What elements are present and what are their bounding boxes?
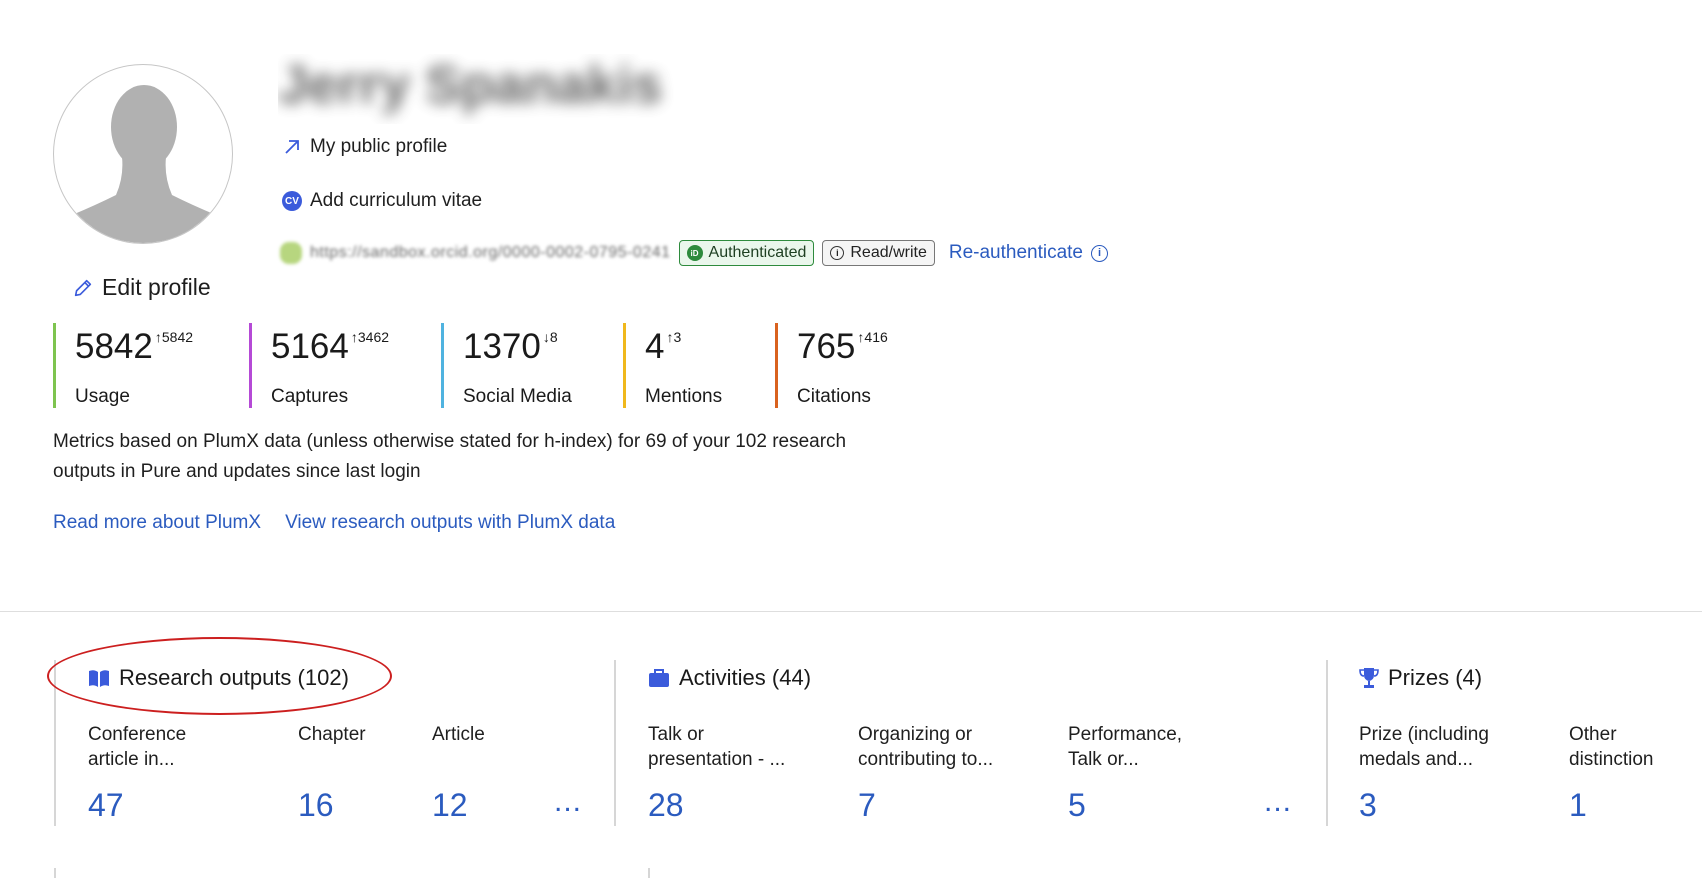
metric-mentions[interactable]: 4 ↑3 Mentions bbox=[623, 323, 775, 408]
more-button[interactable]: ... bbox=[554, 785, 582, 819]
metric-delta: ↑416 bbox=[857, 329, 888, 345]
section-title: Research outputs (102) bbox=[119, 665, 349, 690]
metric-social-media[interactable]: 1370 ↓8 Social Media bbox=[441, 323, 623, 408]
section-border-stub bbox=[648, 868, 650, 878]
research-outputs-section: Research outputs (102) Conference articl… bbox=[54, 660, 614, 826]
metric-usage[interactable]: 5842 ↑5842 Usage bbox=[53, 323, 249, 408]
metric-delta: ↑5842 bbox=[154, 329, 194, 345]
metric-value: 765 bbox=[797, 327, 856, 366]
type-label: Prize (including bbox=[1359, 724, 1489, 745]
orcid-url[interactable]: https://sandbox.orcid.org/0000-0002-0795… bbox=[310, 244, 671, 262]
type-count[interactable]: 12 bbox=[432, 787, 468, 824]
type-label: Conference bbox=[88, 724, 187, 745]
metric-delta: ↓8 bbox=[542, 329, 558, 345]
avatar bbox=[53, 64, 233, 244]
authenticated-badge: iD Authenticated bbox=[678, 240, 815, 266]
activity-type-organizing[interactable]: Organizing or contributing to... 7 bbox=[858, 722, 994, 823]
metric-value: 5164 bbox=[271, 327, 349, 366]
user-silhouette-icon bbox=[72, 85, 216, 243]
metric-delta: ↑3462 bbox=[350, 329, 390, 345]
orcid-id-icon: iD bbox=[686, 245, 703, 261]
edit-profile-label: Edit profile bbox=[102, 274, 211, 300]
pencil-icon bbox=[74, 279, 92, 296]
type-label: presentation - ... bbox=[648, 749, 786, 770]
type-label: medals and... bbox=[1359, 749, 1474, 770]
metric-label: Citations bbox=[797, 386, 871, 407]
prize-type-prize[interactable]: Prize (including medals and... 3 bbox=[1359, 722, 1489, 823]
activity-type-talk[interactable]: Talk or presentation - ... 28 bbox=[648, 722, 786, 823]
type-label: Performance, bbox=[1068, 724, 1183, 745]
metric-label: Mentions bbox=[645, 386, 723, 407]
public-profile-link[interactable]: My public profile bbox=[282, 136, 447, 158]
readwrite-label: Read/write bbox=[850, 244, 927, 261]
type-count[interactable]: 7 bbox=[858, 787, 876, 824]
reauthenticate-label: Re-authenticate bbox=[948, 242, 1084, 263]
research-type-article[interactable]: Article 12 bbox=[432, 722, 485, 823]
add-cv-link[interactable]: CV Add curriculum vitae bbox=[282, 190, 482, 212]
type-count[interactable]: 3 bbox=[1359, 787, 1377, 824]
metric-delta: ↑3 bbox=[666, 329, 682, 345]
metric-value: 5842 bbox=[75, 327, 153, 366]
type-label: distinction bbox=[1569, 749, 1654, 770]
research-type-chapter[interactable]: Chapter 16 bbox=[298, 722, 366, 823]
cv-icon: CV bbox=[282, 191, 302, 211]
plumx-links: Read more about PlumX View research outp… bbox=[53, 512, 615, 534]
metric-label: Usage bbox=[75, 386, 130, 407]
profile-name: Jerry Spanakis bbox=[278, 55, 663, 115]
briefcase-icon bbox=[649, 669, 669, 687]
metrics-description: Metrics based on PlumX data (unless othe… bbox=[53, 431, 847, 482]
type-label: contributing to... bbox=[858, 749, 994, 770]
view-plumx-outputs-link[interactable]: View research outputs with PlumX data bbox=[285, 512, 615, 534]
research-outputs-header[interactable]: Research outputs (102) bbox=[88, 665, 349, 691]
trophy-icon bbox=[1359, 668, 1379, 688]
research-type-conference[interactable]: Conference article in... 47 bbox=[88, 722, 187, 823]
reauthenticate-link[interactable]: Re-authenticate i bbox=[948, 242, 1109, 264]
type-label: article in... bbox=[88, 749, 175, 770]
type-label: Organizing or bbox=[858, 724, 973, 745]
section-title: Activities (44) bbox=[679, 665, 812, 690]
type-label: Article bbox=[432, 724, 485, 745]
divider bbox=[0, 611, 1702, 612]
section-border-stub bbox=[54, 868, 56, 878]
type-label: Talk or... bbox=[1068, 749, 1139, 770]
metric-citations[interactable]: 765 ↑416 Citations bbox=[775, 323, 955, 408]
metric-label: Social Media bbox=[463, 386, 572, 407]
activities-header[interactable]: Activities (44) bbox=[648, 665, 811, 691]
edit-profile-button[interactable]: Edit profile bbox=[72, 274, 211, 301]
add-cv-label: Add curriculum vitae bbox=[310, 190, 483, 211]
metric-label: Captures bbox=[271, 386, 349, 407]
type-label: Talk or bbox=[648, 724, 704, 745]
info-icon[interactable]: i bbox=[1091, 244, 1109, 262]
public-profile-label: My public profile bbox=[310, 136, 448, 157]
prize-type-other[interactable]: Other distinction 1 bbox=[1569, 722, 1654, 823]
read-more-plumx-link[interactable]: Read more about PlumX bbox=[53, 512, 261, 534]
authenticated-label: Authenticated bbox=[708, 244, 807, 261]
metric-value: 1370 bbox=[463, 327, 541, 366]
section-title: Prizes (4) bbox=[1388, 665, 1483, 690]
type-count[interactable]: 1 bbox=[1569, 787, 1587, 824]
activities-section: Activities (44) Talk or presentation - .… bbox=[614, 660, 1326, 826]
info-icon: i bbox=[830, 246, 845, 260]
type-label: Chapter bbox=[298, 724, 366, 745]
book-icon bbox=[89, 670, 109, 687]
type-count[interactable]: 28 bbox=[648, 787, 684, 824]
prizes-section: Prizes (4) Prize (including medals and..… bbox=[1326, 660, 1702, 826]
plumx-metrics: 5842 ↑5842 Usage 5164 ↑3462 Captures 1370 ↓… bbox=[53, 323, 955, 408]
prizes-header[interactable]: Prizes (4) bbox=[1359, 665, 1482, 691]
type-count[interactable]: 47 bbox=[88, 787, 124, 824]
activity-type-performance[interactable]: Performance, Talk or... 5 bbox=[1068, 722, 1183, 823]
type-count[interactable]: 5 bbox=[1068, 787, 1086, 824]
orcid-row: https://sandbox.orcid.org/0000-0002-0795… bbox=[280, 240, 1109, 266]
type-count[interactable]: 16 bbox=[298, 787, 334, 824]
metric-value: 4 bbox=[645, 327, 665, 366]
readwrite-badge: i Read/write bbox=[822, 240, 935, 266]
orcid-icon bbox=[280, 242, 302, 264]
metric-captures[interactable]: 5164 ↑3462 Captures bbox=[249, 323, 441, 408]
external-arrow-icon bbox=[285, 140, 299, 154]
type-label: Other bbox=[1569, 724, 1617, 745]
more-button[interactable]: ... bbox=[1264, 785, 1292, 819]
